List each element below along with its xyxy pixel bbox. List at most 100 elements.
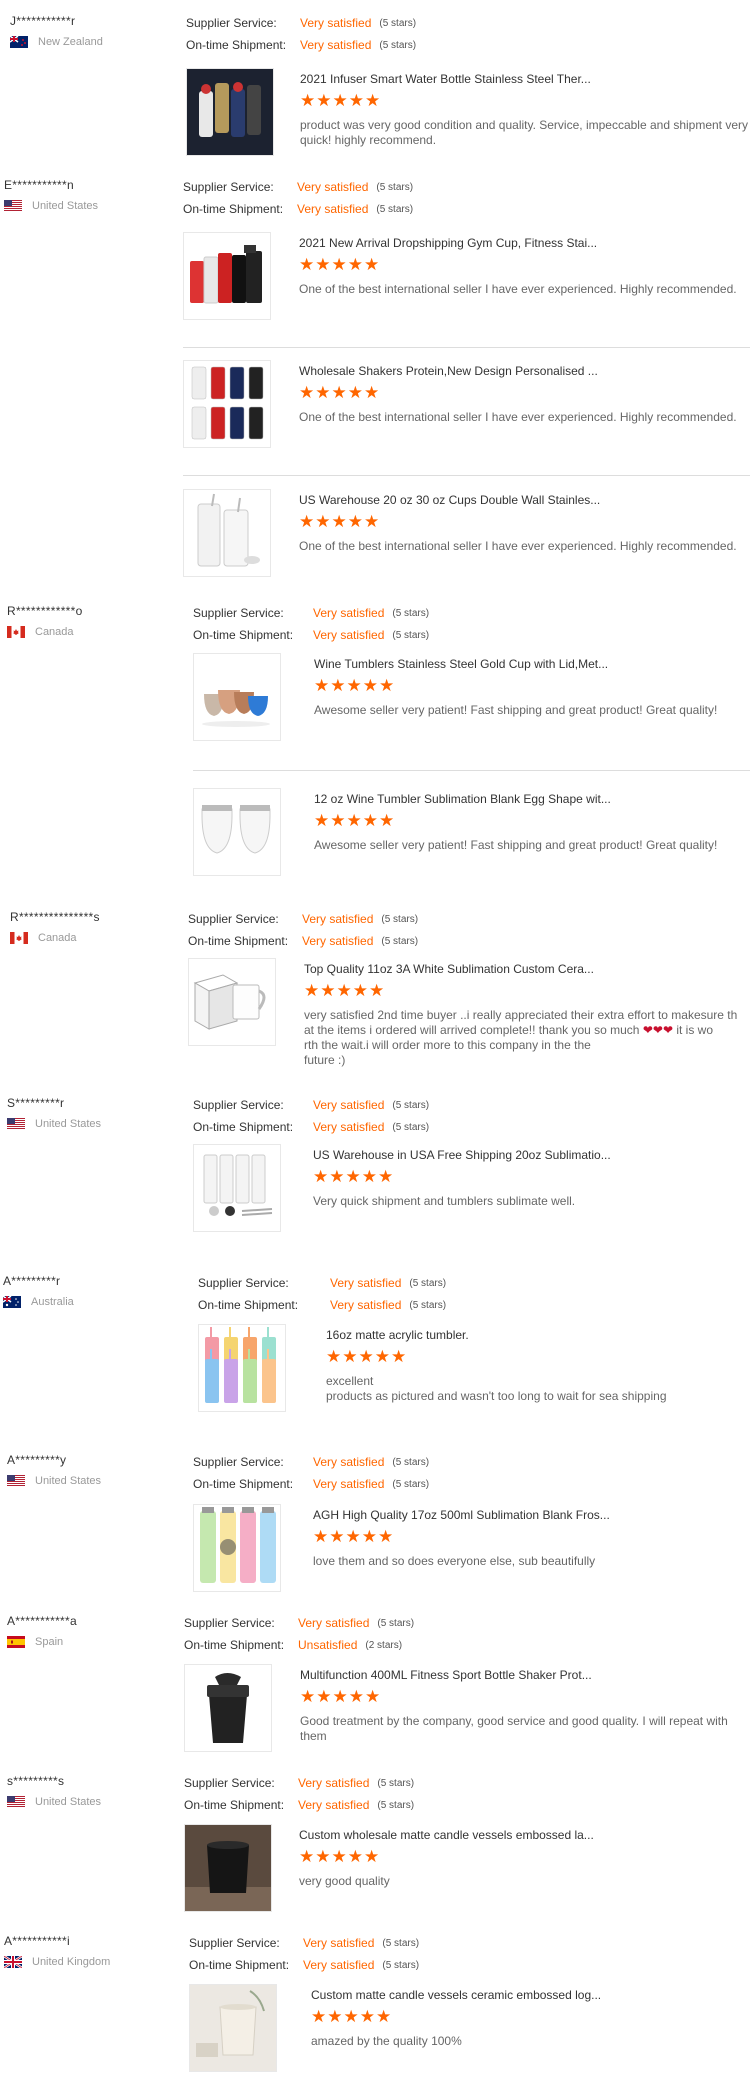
- country-name: United States: [35, 1475, 102, 1487]
- supplier-service-stars: (5 stars): [382, 1937, 420, 1949]
- white-mug-icon[interactable]: [188, 958, 276, 1046]
- supplier-service-rating: Supplier Service: Very satisfied (5 star…: [188, 908, 418, 930]
- supplier-service-stars: (5 stars): [376, 181, 414, 193]
- buyer-country: United Kingdom: [4, 1956, 110, 1968]
- product-star-rating: ★★★★★: [299, 512, 381, 531]
- product-title-link[interactable]: Wholesale Shakers Protein,New Design Per…: [299, 364, 598, 378]
- supplier-service-value: Very satisfied: [330, 1276, 402, 1290]
- wine-tumblers-icon[interactable]: [193, 653, 281, 741]
- product-comment: very satisfied 2nd time buyer ..i really…: [304, 1008, 750, 1068]
- product-title-link[interactable]: Custom wholesale matte candle vessels em…: [299, 1828, 594, 1842]
- product-title-link[interactable]: 16oz matte acrylic tumbler.: [326, 1328, 469, 1342]
- seller-ratings: Supplier Service: Very satisfied (5 star…: [198, 1272, 446, 1316]
- supplier-service-value: Very satisfied: [313, 1098, 385, 1112]
- cream-candle-vessel-icon[interactable]: [189, 1984, 277, 2072]
- product-title-link[interactable]: Wine Tumblers Stainless Steel Gold Cup w…: [314, 657, 608, 671]
- ontime-shipment-rating: On-time Shipment: Very satisfied (5 star…: [189, 1954, 419, 1976]
- product-star-rating: ★★★★★: [313, 1167, 395, 1186]
- seller-ratings: Supplier Service: Very satisfied (5 star…: [189, 1932, 419, 1976]
- buyer-name: s*********s: [7, 1774, 65, 1788]
- product-star-rating: ★★★★★: [299, 1847, 381, 1866]
- buyer-info: A*********r Australia: [3, 1274, 74, 1308]
- ca-flag-icon: [7, 626, 25, 638]
- supplier-service-rating: Supplier Service: Very satisfied (5 star…: [186, 12, 416, 34]
- supplier-service-stars: (5 stars): [377, 1777, 415, 1789]
- product-star-rating: ★★★★★: [299, 255, 381, 274]
- skinny-tumblers-icon[interactable]: [193, 1144, 281, 1232]
- supplier-service-stars: (5 stars): [379, 17, 417, 29]
- us-flag-icon: [7, 1118, 25, 1130]
- supplier-service-rating: Supplier Service: Very satisfied (5 star…: [189, 1932, 419, 1954]
- seller-ratings: Supplier Service: Very satisfied (5 star…: [184, 1772, 414, 1816]
- product-title-link[interactable]: 2021 Infuser Smart Water Bottle Stainles…: [300, 72, 591, 86]
- buyer-info: A***********a Spain: [7, 1614, 77, 1648]
- supplier-service-label: Supplier Service:: [183, 180, 274, 194]
- au-flag-icon: [3, 1296, 21, 1308]
- product-star-rating: ★★★★★: [304, 981, 386, 1000]
- buyer-country: United States: [4, 200, 98, 212]
- product-comment: Awesome seller very patient! Fast shippi…: [314, 703, 718, 717]
- ontime-shipment-rating: On-time Shipment: Very satisfied (5 star…: [183, 198, 413, 220]
- printed-bottles-icon[interactable]: [193, 1504, 281, 1592]
- ontime-shipment-label: On-time Shipment:: [193, 1477, 294, 1491]
- black-candle-vessel-icon[interactable]: [184, 1824, 272, 1912]
- product-star-rating: ★★★★★: [299, 383, 381, 402]
- buyer-name: R************o: [7, 604, 83, 618]
- us-flag-icon: [7, 1475, 25, 1487]
- ontime-shipment-stars: (5 stars): [392, 629, 430, 641]
- buyer-country: New Zealand: [10, 36, 103, 48]
- product-title-link[interactable]: Multifunction 400ML Fitness Sport Bottle…: [300, 1668, 592, 1682]
- heart-emoji-icon: ❤❤❤: [642, 1023, 673, 1037]
- product-title-link[interactable]: AGH High Quality 17oz 500ml Sublimation …: [313, 1508, 610, 1522]
- white-tumblers-icon[interactable]: [183, 489, 271, 577]
- comment-line: excellent: [326, 1374, 374, 1388]
- product-title-link[interactable]: Top Quality 11oz 3A White Sublimation Cu…: [304, 962, 594, 976]
- supplier-service-label: Supplier Service:: [193, 1455, 284, 1469]
- ontime-shipment-label: On-time Shipment:: [193, 1120, 294, 1134]
- ontime-shipment-stars: (5 stars): [381, 935, 419, 947]
- comment-line: products as pictured and wasn't too long…: [326, 1389, 667, 1403]
- nz-flag-icon: [10, 36, 28, 48]
- product-star-rating: ★★★★★: [300, 91, 382, 110]
- country-name: United States: [35, 1118, 102, 1130]
- buyer-country: Spain: [7, 1636, 77, 1648]
- ontime-shipment-value: Unsatisfied: [298, 1638, 358, 1652]
- ontime-shipment-value: Very satisfied: [300, 38, 372, 52]
- supplier-service-value: Very satisfied: [300, 16, 372, 30]
- egg-tumblers-icon[interactable]: [193, 788, 281, 876]
- dark-bottles-icon[interactable]: [186, 68, 274, 156]
- ontime-shipment-value: Very satisfied: [298, 1798, 370, 1812]
- ca-flag-icon: [10, 932, 28, 944]
- buyer-info: J***********r New Zealand: [10, 14, 103, 48]
- colorful-tumblers-icon[interactable]: [198, 1324, 286, 1412]
- product-comment: One of the best international seller I h…: [299, 282, 737, 296]
- product-star-rating: ★★★★★: [300, 1687, 382, 1706]
- shaker-bottles-icon[interactable]: [183, 232, 271, 320]
- ontime-shipment-rating: On-time Shipment: Unsatisfied (2 stars): [184, 1634, 414, 1656]
- black-shaker-icon[interactable]: [184, 1664, 272, 1752]
- supplier-service-value: Very satisfied: [303, 1936, 375, 1950]
- product-comment: product was very good condition and qual…: [300, 118, 749, 147]
- country-name: Spain: [35, 1636, 64, 1648]
- country-name: Canada: [35, 626, 74, 638]
- product-comment: One of the best international seller I h…: [299, 539, 737, 553]
- ontime-shipment-rating: On-time Shipment: Very satisfied (5 star…: [193, 624, 429, 646]
- country-name: United States: [32, 200, 99, 212]
- product-title-link[interactable]: US Warehouse in USA Free Shipping 20oz S…: [313, 1148, 611, 1162]
- product-title-link[interactable]: Custom matte candle vessels ceramic embo…: [311, 1988, 601, 2002]
- buyer-info: R***************s Canada: [10, 910, 100, 944]
- ontime-shipment-value: Very satisfied: [297, 202, 369, 216]
- supplier-service-label: Supplier Service:: [189, 1936, 280, 1950]
- product-title-link[interactable]: 2021 New Arrival Dropshipping Gym Cup, F…: [299, 236, 597, 250]
- product-star-rating: ★★★★★: [326, 1347, 408, 1366]
- uk-flag-icon: [4, 1956, 22, 1968]
- shaker-grid-icon[interactable]: [183, 360, 271, 448]
- supplier-service-stars: (5 stars): [409, 1277, 447, 1289]
- product-title-link[interactable]: 12 oz Wine Tumbler Sublimation Blank Egg…: [314, 792, 611, 806]
- product-title-link[interactable]: US Warehouse 20 oz 30 oz Cups Double Wal…: [299, 493, 600, 507]
- product-comment: love them and so does everyone else, sub…: [313, 1554, 596, 1568]
- ontime-shipment-rating: On-time Shipment: Very satisfied (5 star…: [184, 1794, 414, 1816]
- ontime-shipment-rating: On-time Shipment: Very satisfied (5 star…: [193, 1473, 429, 1495]
- supplier-service-value: Very satisfied: [297, 180, 369, 194]
- buyer-info: R************o Canada: [7, 604, 83, 638]
